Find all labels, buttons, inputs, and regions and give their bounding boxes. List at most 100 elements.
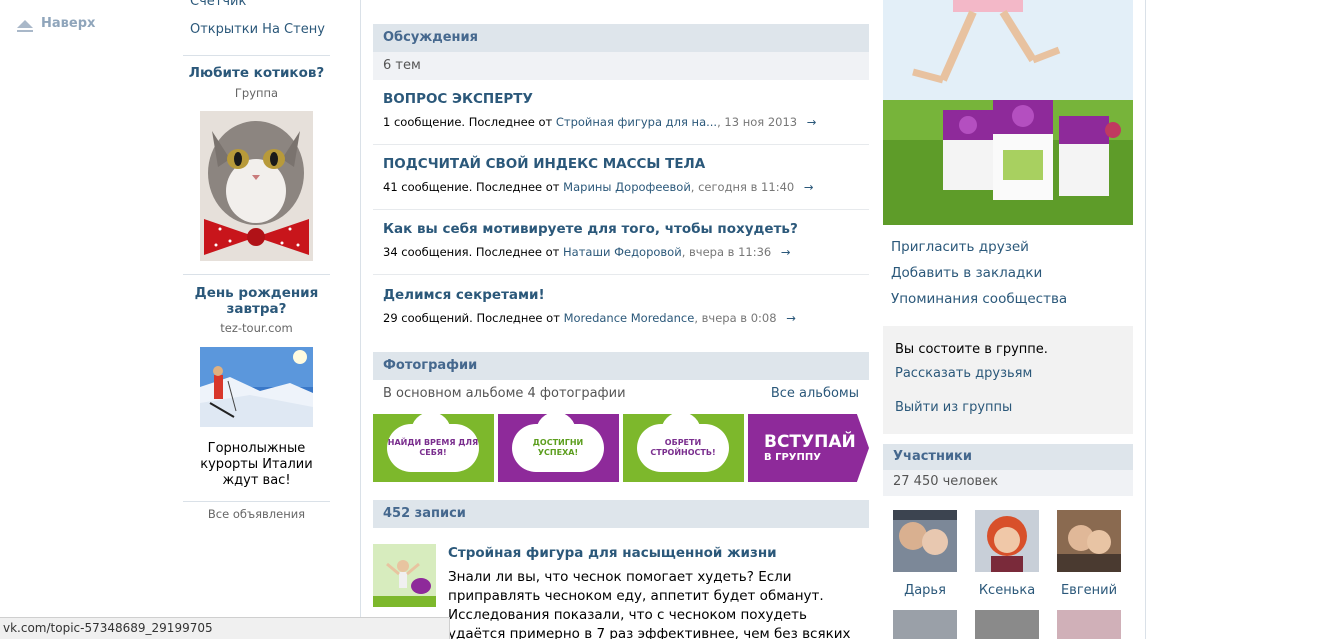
cloud-shape: ОБРЕТИ СТРОЙНОСТЬ! — [637, 414, 729, 472]
photo-banner-3[interactable]: ОБРЕТИ СТРОЙНОСТЬ! — [623, 414, 744, 482]
page: Наверх Счетчик Открытки На Стену Любите … — [0, 0, 1338, 639]
post-avatar[interactable] — [373, 544, 436, 607]
group-cover-image[interactable] — [883, 0, 1133, 225]
discussions-header[interactable]: Обсуждения — [373, 24, 869, 52]
post-avatar-icon — [373, 544, 436, 607]
photos-header[interactable]: Фотографии — [373, 352, 869, 380]
add-bookmarks-link[interactable]: Добавить в закладки — [891, 265, 1042, 281]
members-header[interactable]: Участники — [883, 444, 1133, 470]
member-name[interactable]: Евгений — [1057, 583, 1121, 598]
discussions-count-bar: 6 тем — [373, 52, 869, 80]
discussions-block: Обсуждения 6 тем — [373, 24, 869, 80]
member-name[interactable]: Ксенька — [975, 583, 1039, 598]
member-item[interactable]: Дарья — [893, 510, 957, 598]
to-top-label: Наверх — [41, 16, 96, 31]
photo-strip: НАЙДИ ВРЕМЯ ДЛЯ СЕБЯ! ДОСТИГНИ УСПЕХА! О… — [373, 414, 869, 482]
cloud-shape: НАЙДИ ВРЕМЯ ДЛЯ СЕБЯ! — [387, 414, 479, 472]
post-title[interactable]: Стройная фигура для насыщенной жизни — [448, 545, 777, 561]
topic-meta: 34 сообщения. Последнее от Наташи Федоро… — [383, 245, 869, 259]
ad-title[interactable]: Любите котиков? — [183, 65, 330, 81]
ski-photo-icon — [200, 347, 313, 427]
photo-banner-1[interactable]: НАЙДИ ВРЕМЯ ДЛЯ СЕБЯ! — [373, 414, 494, 482]
photos-info-bar: В основном альбоме 4 фотографии Все альб… — [373, 380, 869, 408]
banner-text: ДОСТИГНИ УСПЕХА! — [532, 438, 584, 457]
arrow-right-icon[interactable]: → — [804, 180, 814, 194]
photo-banner-2[interactable]: ДОСТИГНИ УСПЕХА! — [498, 414, 619, 482]
topic-time: , 13 ноя 2013 — [717, 115, 798, 129]
all-albums-link[interactable]: Все альбомы — [771, 380, 859, 408]
leave-group-link[interactable]: Выйти из группы — [895, 400, 1012, 415]
menu-item-postcards[interactable]: Открытки На Стену — [190, 22, 325, 37]
member-avatar-partial[interactable] — [893, 610, 957, 639]
ad-text[interactable]: Горнолыжные курорты Италии ждут вас! — [183, 441, 330, 489]
photos-block: Фотографии В основном альбоме 4 фотограф… — [373, 352, 869, 408]
cover-photo-icon — [883, 0, 1133, 225]
member-name[interactable]: Дарья — [893, 583, 957, 598]
photo-banner-join[interactable]: ВСТУПАЙ В ГРУППУ — [748, 414, 869, 482]
topic-time: , вчера в 11:36 — [681, 245, 772, 259]
topic-meta-prefix: 41 сообщение. Последнее от — [383, 180, 564, 194]
topic-author[interactable]: Moredance Moredance — [564, 311, 695, 325]
ad-subtitle: tez-tour.com — [220, 321, 293, 335]
tell-friends-link[interactable]: Рассказать друзьям — [895, 366, 1032, 381]
divider — [183, 274, 330, 275]
topic-author[interactable]: Марины Дорофеевой — [563, 180, 691, 194]
community-mentions-link[interactable]: Упоминания сообщества — [891, 291, 1067, 307]
topic-item[interactable]: ПОДСЧИТАЙ СВОЙ ИНДЕКС МАССЫ ТЕЛА 41 сооб… — [373, 156, 869, 194]
cloud-shape: ДОСТИГНИ УСПЕХА! — [512, 414, 604, 472]
arrow-right-icon[interactable]: → — [786, 311, 796, 325]
topic-meta: 29 сообщений. Последнее от Moredance Mor… — [383, 311, 869, 325]
browser-status-bar: vk.com/topic-57348689_29199705 — [0, 617, 450, 639]
divider — [183, 501, 330, 502]
topic-author[interactable]: Стройная фигура для на... — [556, 115, 717, 129]
column-divider — [1145, 0, 1146, 639]
divider — [373, 274, 869, 275]
member-avatar-partial[interactable] — [975, 610, 1039, 639]
topic-item[interactable]: Делимся секретами! 29 сообщений. Последн… — [373, 287, 869, 325]
banner-text: НАЙДИ ВРЕМЯ ДЛЯ СЕБЯ! — [387, 438, 479, 457]
member-avatar-icon — [893, 510, 957, 572]
topic-title[interactable]: Делимся секретами! — [383, 287, 869, 303]
wall-header[interactable]: 452 записи — [373, 500, 869, 528]
menu-item-counter[interactable]: Счетчик — [190, 0, 246, 9]
discussions-count: 6 тем — [383, 58, 421, 73]
topic-author[interactable]: Наташи Федоровой — [563, 245, 682, 259]
banner-join-subtext: В ГРУППУ — [764, 452, 821, 463]
arrow-right-icon[interactable]: → — [807, 115, 817, 129]
member-item[interactable]: Ксенька — [975, 510, 1039, 598]
to-top-link[interactable]: Наверх — [17, 16, 96, 32]
album-info: В основном альбоме 4 фотографии — [383, 386, 626, 401]
topic-meta-prefix: 1 сообщение. Последнее от — [383, 115, 556, 129]
topic-meta: 41 сообщение. Последнее от Марины Дорофе… — [383, 180, 869, 194]
membership-status: Вы состоите в группе. — [895, 342, 1048, 357]
member-avatar-icon — [1057, 510, 1121, 572]
topic-time: , вчера в 0:08 — [694, 311, 777, 325]
membership-box: Вы состоите в группе. Рассказать друзьям… — [883, 326, 1133, 434]
topic-title[interactable]: ВОПРОС ЭКСПЕРТУ — [383, 91, 869, 107]
topic-title[interactable]: Как вы себя мотивируете для того, чтобы … — [383, 221, 869, 237]
all-ads-link[interactable]: Все объявления — [183, 507, 330, 521]
ad-title[interactable]: День рождения завтра? — [183, 285, 330, 317]
ad-image-ski[interactable] — [200, 347, 313, 427]
wall-block: 452 записи — [373, 500, 869, 528]
post-text: Знали ли вы, что чеснок помогает худеть?… — [448, 569, 851, 639]
topic-item[interactable]: ВОПРОС ЭКСПЕРТУ 1 сообщение. Последнее о… — [373, 91, 869, 129]
arrow-right-icon[interactable]: → — [781, 245, 791, 259]
cat-photo-icon — [200, 111, 313, 261]
topic-meta-prefix: 34 сообщения. Последнее от — [383, 245, 564, 259]
topic-meta: 1 сообщение. Последнее от Стройная фигур… — [383, 115, 869, 129]
ad-subtitle: Группа — [234, 86, 279, 100]
members-count: 27 450 человек — [883, 470, 1133, 496]
topic-item[interactable]: Как вы себя мотивируете для того, чтобы … — [373, 221, 869, 259]
topic-meta-prefix: 29 сообщений. Последнее от — [383, 311, 564, 325]
ad-image-cat[interactable] — [200, 111, 313, 261]
member-item[interactable]: Евгений — [1057, 510, 1121, 598]
topic-time: , сегодня в 11:40 — [690, 180, 795, 194]
invite-friends-link[interactable]: Пригласить друзей — [891, 239, 1029, 255]
topic-title[interactable]: ПОДСЧИТАЙ СВОЙ ИНДЕКС МАССЫ ТЕЛА — [383, 156, 869, 172]
banner-text: ОБРЕТИ СТРОЙНОСТЬ! — [650, 438, 716, 457]
member-avatar-partial[interactable] — [1057, 610, 1121, 639]
member-avatar-icon — [975, 510, 1039, 572]
divider — [373, 144, 869, 145]
divider — [183, 55, 330, 56]
